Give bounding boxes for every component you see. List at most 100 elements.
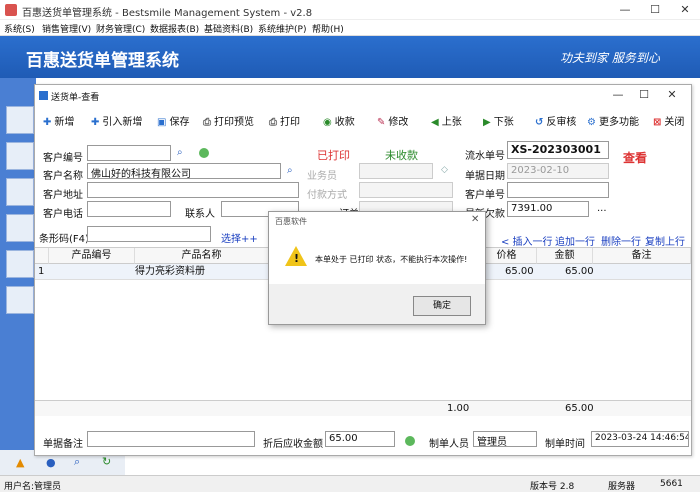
append-row-link[interactable]: 追加一行 (555, 233, 595, 248)
create-time-field: 2023-03-24 14:46:54 (591, 431, 689, 447)
payment-method-select[interactable] (359, 182, 453, 198)
customer-order-input[interactable] (507, 182, 609, 198)
column-header-name[interactable]: 产品名称 (135, 248, 269, 264)
info-icon[interactable]: ● (46, 456, 56, 469)
maker-label: 制单人员 (429, 439, 469, 450)
delete-row-link[interactable]: 删除一行 (601, 233, 641, 248)
customer-address-input[interactable] (87, 182, 299, 198)
nav-button-2[interactable] (6, 142, 34, 170)
menu-sales[interactable]: 销售管理(V) (42, 22, 91, 35)
warning-icon[interactable]: ▲ (16, 456, 24, 469)
banner-slogan: 功夫到家 服务到心 (560, 51, 660, 65)
barcode-label: 条形码(F4) (39, 234, 89, 245)
nav-button-3[interactable] (6, 178, 34, 206)
column-header-remark[interactable]: 备注 (593, 248, 691, 264)
grid-summary-row: 1.00 65.00 (35, 400, 691, 416)
search-icon[interactable]: ⌕ (177, 147, 183, 158)
minimize-button[interactable]: — (614, 2, 636, 18)
payment-method-label: 付款方式 (307, 190, 347, 201)
print-preview-button[interactable]: ⎙ 打印预览 (203, 113, 254, 128)
menu-bar: 系统(S) 销售管理(V) 财务管理(C) 数据报表(B) 基础资料(B) 系统… (0, 20, 700, 36)
dialog-close-button[interactable]: ✕ (471, 214, 479, 225)
salesman-select[interactable] (359, 163, 433, 179)
copy-row-link[interactable]: 复制上行 (645, 233, 685, 248)
status-user: 用户名:管理员 (4, 482, 62, 492)
customer-name-label: 客户名称 (43, 171, 83, 182)
menu-maintenance[interactable]: 系统维护(P) (258, 22, 306, 35)
nav-button-1[interactable] (6, 106, 34, 134)
nav-button-5[interactable] (6, 250, 34, 278)
window-icon (39, 91, 48, 100)
next-button[interactable]: ▶ 下张 (483, 113, 514, 128)
date-label: 单据日期 (465, 171, 505, 182)
new-button[interactable]: ✚ 新增 (43, 113, 74, 128)
customer-phone-input[interactable] (87, 201, 171, 217)
toolbar: ✚ 新增 ✚ 引入新增 ▣ 保存 ⎙ 打印预览 ⎙ 打印 ◉ 收款 ✎ 修改 ◀ 上张 ▶ 下张 … (35, 109, 691, 131)
close-window-button[interactable]: ⊠ 关闭 (653, 113, 684, 128)
edit-button[interactable]: ✎ 修改 (377, 113, 408, 128)
warning-mark: ! (294, 252, 300, 265)
child-close-button[interactable]: ✕ (661, 87, 683, 103)
net-receivable-field: 65.00 (325, 431, 395, 447)
insert-row-link[interactable]: < 插入一行 (501, 233, 553, 248)
payment-status: 未收款 (385, 149, 418, 162)
unapprove-button[interactable]: ↺ 反审核 (535, 113, 576, 128)
menu-finance[interactable]: 财务管理(C) (96, 22, 145, 35)
app-titlebar: 百惠送货单管理系统 - Bestsmile Management System … (0, 0, 700, 20)
net-receivable-label: 折后应收金额 (263, 439, 323, 450)
child-titlebar: 送货单-查看 — ☐ ✕ (35, 85, 691, 107)
product-name-cell[interactable]: 得力亮彩资料册 (135, 265, 205, 279)
save-button[interactable]: ▣ 保存 (157, 113, 189, 128)
more-functions-button[interactable]: ⚙ 更多功能 (587, 113, 639, 128)
menu-reports[interactable]: 数据报表(B) (150, 22, 199, 35)
maker-field: 管理员 (473, 431, 537, 447)
status-dot-icon (405, 436, 415, 446)
amount-cell[interactable]: 65.00 (565, 265, 594, 279)
collect-payment-button[interactable]: ◉ 收款 (323, 113, 355, 128)
total-quantity: 1.00 (447, 403, 470, 414)
eraser-icon[interactable]: ◇ (441, 165, 448, 175)
price-cell[interactable]: 65.00 (505, 265, 534, 279)
customer-code-input[interactable] (87, 145, 171, 161)
menu-help[interactable]: 帮助(H) (312, 22, 344, 35)
search-icon[interactable]: ⌕ (287, 165, 293, 176)
menu-basic-data[interactable]: 基础资料(B) (204, 22, 253, 35)
create-time-label: 制单时间 (545, 439, 585, 450)
previous-button[interactable]: ◀ 上张 (431, 113, 462, 128)
column-header-price[interactable]: 价格 (477, 248, 537, 264)
nav-button-6[interactable] (6, 286, 34, 314)
import-new-button[interactable]: ✚ 引入新增 (91, 113, 142, 128)
select-link[interactable]: 选择++ (221, 230, 258, 245)
serial-label: 流水单号 (465, 151, 505, 162)
column-header-amount[interactable]: 金额 (537, 248, 593, 264)
salesman-label: 业务员 (307, 171, 337, 182)
date-field[interactable]: 2023-02-10 (507, 163, 609, 179)
ok-button[interactable]: 确定 (413, 296, 471, 316)
close-button[interactable]: ✕ (674, 2, 696, 18)
banner-title: 百惠送货单管理系统 (26, 51, 179, 71)
menu-system[interactable]: 系统(S) (4, 22, 35, 35)
left-nav-panel (0, 78, 36, 450)
child-maximize-button[interactable]: ☐ (633, 87, 655, 103)
child-minimize-button[interactable]: — (607, 87, 629, 103)
serial-number-field: XS-202303001 (507, 141, 609, 159)
status-bar: 用户名:管理员 版本号 2.8 服务器 5661 (0, 475, 700, 492)
maximize-button[interactable]: ☐ (644, 2, 666, 18)
printed-status: 已打印 (317, 149, 350, 162)
print-button[interactable]: ⎙ 打印 (269, 113, 300, 128)
customer-name-input[interactable]: 佛山好的科技有限公司 (87, 163, 281, 179)
customer-code-label: 客户编号 (43, 153, 83, 164)
more-button[interactable]: ... (597, 203, 607, 214)
customer-address-label: 客户地址 (43, 190, 83, 201)
message-dialog: 百惠软件 ✕ ! 本单处于 已打印 状态，不能执行本次操作! 确定 (268, 211, 486, 325)
refresh-icon[interactable]: ↻ (102, 455, 111, 468)
customer-order-label: 客户单号 (465, 190, 505, 201)
remark-input[interactable] (87, 431, 255, 447)
latest-debt-field: 7391.00 (507, 201, 589, 217)
view-stamp: 查看 (623, 151, 648, 165)
nav-button-4[interactable] (6, 214, 34, 242)
dialog-title: 百惠软件 (275, 217, 307, 226)
barcode-input[interactable] (87, 226, 211, 242)
search-icon[interactable]: ⌕ (74, 455, 80, 469)
column-header-code[interactable]: 产品编号 (49, 248, 135, 264)
